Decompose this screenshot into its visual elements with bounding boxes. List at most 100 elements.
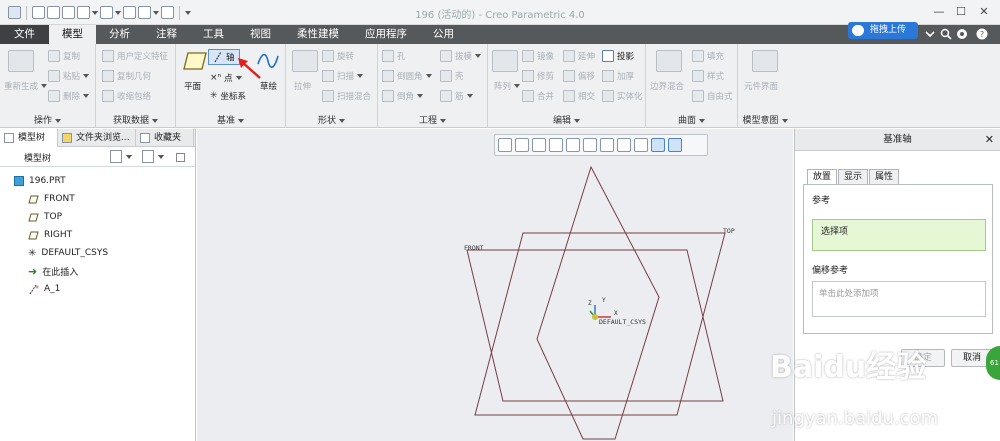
thicken-button[interactable]: 加厚 <box>602 70 634 82</box>
tab-favorites[interactable]: 收藏夹 <box>136 129 194 147</box>
tab-folder-browser[interactable]: 文件夹浏览... <box>58 129 136 147</box>
plane-button[interactable]: 平面 <box>184 80 201 92</box>
pattern-button[interactable]: 阵列 <box>494 80 521 92</box>
rib-button[interactable]: 筋 <box>440 90 473 102</box>
copy-geometry-button[interactable]: 复制几何 <box>102 70 151 82</box>
help-question-icon[interactable]: ? <box>976 28 988 40</box>
style-button[interactable]: 样式 <box>692 70 724 82</box>
tree-settings-dropdown-icon[interactable] <box>126 155 132 159</box>
hole-button[interactable]: 孔 <box>382 50 406 62</box>
datum-group-label[interactable]: 基准 <box>176 113 285 126</box>
minimize-ribbon-icon[interactable] <box>924 28 936 40</box>
paste-button[interactable]: 粘贴 <box>48 70 90 82</box>
tree-item-default-csys[interactable]: ✳ DEFAULT_CSYS <box>28 244 108 262</box>
tree-item-front[interactable]: FRONT <box>28 190 75 208</box>
tab-view[interactable]: 视图 <box>237 25 284 44</box>
tab-file[interactable]: 文件 <box>0 25 49 44</box>
dialog-close-icon[interactable]: ✕ <box>985 129 994 151</box>
trim-button[interactable]: 修剪 <box>522 70 554 82</box>
references-collector[interactable]: 选择项 <box>812 219 986 251</box>
front-plane[interactable] <box>466 249 724 402</box>
tab-model[interactable]: 模型 <box>49 25 96 44</box>
maximize-button[interactable]: ☐ <box>952 4 970 20</box>
pattern-icon[interactable] <box>492 50 518 72</box>
tree-item-top[interactable]: TOP <box>28 208 62 226</box>
perspective-icon[interactable] <box>566 138 580 152</box>
zoom-in-icon[interactable] <box>515 138 529 152</box>
repaint-icon[interactable] <box>549 138 563 152</box>
shrinkwrap-button[interactable]: 收缩包络 <box>102 90 151 102</box>
tab-model-tree[interactable]: 模型树 <box>0 129 58 147</box>
udf-button[interactable]: 用户定义特征 <box>102 50 168 62</box>
round-button[interactable]: 倒圆角 <box>382 70 432 82</box>
tree-item-insert-here[interactable]: ➜ 在此插入 <box>28 262 78 280</box>
tree-item-right[interactable]: RIGHT <box>28 226 72 244</box>
model-intent-group-label[interactable]: 模型意图 <box>738 113 792 126</box>
mirror-button[interactable]: 镜像 <box>522 50 554 62</box>
copy-button[interactable]: 复制 <box>48 50 80 62</box>
tab-public[interactable]: 公用 <box>420 25 467 44</box>
offset-references-collector[interactable]: 单击此处添加项 <box>812 281 986 317</box>
freestyle-button[interactable]: 自由式 <box>692 90 733 102</box>
tree-settings-icon[interactable] <box>110 150 122 163</box>
editing-group-label[interactable]: 编辑 <box>488 113 645 126</box>
merge-button[interactable]: 合并 <box>522 90 554 102</box>
engineering-group-label[interactable]: 工程 <box>378 113 487 126</box>
chamfer-button[interactable]: 倒角 <box>382 90 424 102</box>
delete-button[interactable]: 删除 <box>48 90 90 102</box>
axis-button[interactable]: 轴 <box>208 49 240 65</box>
component-interface-button[interactable]: 元件界面 <box>744 80 778 92</box>
tab-annotate[interactable]: 注释 <box>143 25 190 44</box>
tab-display[interactable]: 显示 <box>838 169 869 184</box>
zoom-out-icon[interactable] <box>532 138 546 152</box>
tab-properties[interactable]: 属性 <box>869 169 900 184</box>
graphics-area[interactable]: FRONT TOP DEFAULT_CSYS X Y Z <box>197 129 793 441</box>
regenerate-button[interactable]: 重新生成 <box>4 80 48 92</box>
minimize-button[interactable]: — <box>930 4 948 20</box>
search-icon[interactable] <box>940 28 952 40</box>
help-icon[interactable] <box>956 28 968 40</box>
get-data-group-label[interactable]: 获取数据 <box>96 113 175 126</box>
tree-item-axis[interactable]: A_1 <box>28 280 60 298</box>
boundary-blend-button[interactable]: 边界混合 <box>650 80 684 92</box>
model-view[interactable]: FRONT TOP DEFAULT_CSYS X Y Z <box>197 129 793 441</box>
tab-placement[interactable]: 放置 <box>807 169 838 184</box>
spin-center-icon[interactable] <box>668 138 682 152</box>
surfaces-group-label[interactable]: 曲面 <box>646 113 737 126</box>
project-button[interactable]: 投影 <box>602 50 634 62</box>
close-button[interactable]: ✕ <box>975 4 993 20</box>
sketch-button[interactable]: 草绘 <box>260 80 277 92</box>
tree-filter-icon[interactable] <box>176 153 185 162</box>
upload-button[interactable]: 拖拽上传 <box>848 22 918 39</box>
right-plane[interactable] <box>536 165 660 440</box>
annotation-display-icon[interactable] <box>651 138 665 152</box>
datum-display-filters-icon[interactable] <box>634 138 648 152</box>
regenerate-icon[interactable] <box>8 50 34 72</box>
refit-icon[interactable] <box>498 138 512 152</box>
view-manager-icon[interactable] <box>617 138 631 152</box>
tab-applications[interactable]: 应用程序 <box>352 25 420 44</box>
fill-button[interactable]: 填充 <box>692 50 724 62</box>
operations-group-label[interactable]: 操作 <box>0 113 95 126</box>
component-interface-icon[interactable] <box>752 50 778 72</box>
draft-button[interactable]: 拔模 <box>440 50 482 62</box>
extend-button[interactable]: 延伸 <box>563 50 595 62</box>
boundary-blend-icon[interactable] <box>656 50 682 72</box>
tab-tools[interactable]: 工具 <box>190 25 237 44</box>
solidify-button[interactable]: 实体化 <box>602 90 643 102</box>
tab-analysis[interactable]: 分析 <box>96 25 143 44</box>
csys-button[interactable]: ✳ 坐标系 <box>210 90 246 102</box>
extrude-icon[interactable] <box>292 50 318 72</box>
shapes-group-label[interactable]: 形状 <box>286 113 377 126</box>
show-options-icon[interactable] <box>142 150 154 163</box>
swept-blend-button[interactable]: 扫描混合 <box>322 90 371 102</box>
tree-item-part[interactable]: 196.PRT <box>14 172 66 190</box>
display-style-icon[interactable] <box>583 138 597 152</box>
offset-button[interactable]: 偏移 <box>563 70 595 82</box>
show-options-dropdown-icon[interactable] <box>158 155 164 159</box>
plane-icon[interactable] <box>182 50 208 72</box>
intersect-button[interactable]: 相交 <box>563 90 595 102</box>
sweep-button[interactable]: 扫描 <box>322 70 364 82</box>
shell-button[interactable]: 壳 <box>440 70 464 82</box>
saved-orientations-icon[interactable] <box>600 138 614 152</box>
